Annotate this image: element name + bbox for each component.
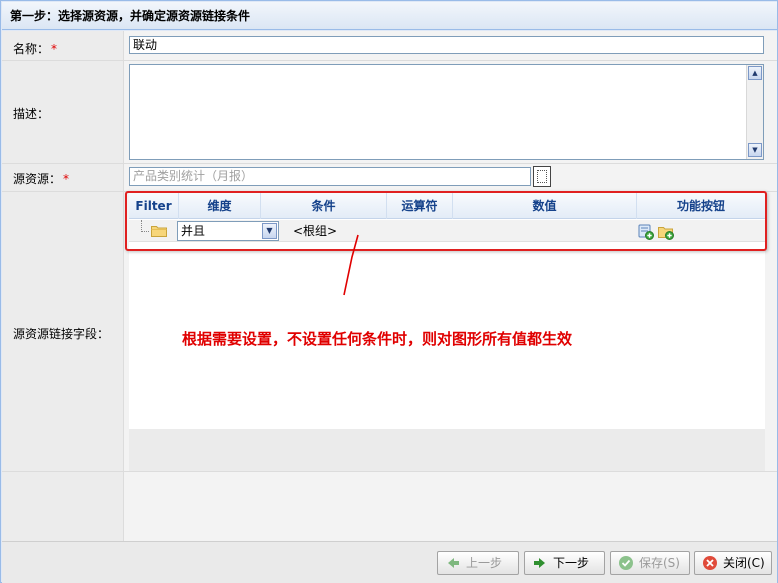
column-actions[interactable]: 功能按钮 (637, 193, 765, 219)
add-condition-icon[interactable] (638, 224, 654, 240)
scroll-up-button[interactable]: ▲ (748, 66, 762, 80)
row-divider (2, 163, 777, 164)
row-divider (2, 60, 777, 61)
column-value[interactable]: 数值 (453, 193, 637, 219)
pointer-arrow-icon (343, 234, 359, 296)
description-scrollbar[interactable]: ▲ ▼ (746, 65, 763, 159)
check-icon (619, 556, 633, 570)
close-button[interactable]: 关闭(C) (694, 551, 772, 575)
chevron-down-icon[interactable]: ▼ (262, 223, 277, 239)
back-arrow-icon (448, 558, 459, 568)
description-textarea[interactable]: ▲ ▼ (129, 64, 764, 160)
tree-connector (141, 220, 149, 232)
step-title: 第一步：选择源资源，并确定源资源链接条件 (2, 2, 777, 30)
source-picker-button[interactable] (533, 166, 551, 187)
forward-arrow-icon (534, 558, 545, 568)
dialog-window: 第一步：选择源资源，并确定源资源链接条件 名称： * 描述： 源资源： * 源资源链… (0, 0, 778, 583)
description-label: 描述： (13, 107, 50, 121)
save-button[interactable]: 保存(S) (610, 551, 690, 575)
picker-icon (537, 170, 547, 183)
folder-icon (151, 226, 167, 237)
scroll-down-button[interactable]: ▼ (748, 143, 762, 157)
row-divider (2, 191, 777, 192)
root-group-label: <根组> (293, 224, 338, 238)
logic-select[interactable]: 并且 ▼ (177, 221, 279, 241)
name-label: 名称： * (13, 42, 58, 56)
link-field-label: 源资源链接字段： (13, 327, 110, 341)
close-icon (703, 556, 717, 570)
source-label: 源资源： * (13, 172, 70, 186)
row-divider (2, 471, 777, 472)
annotation-text: 根据需要设置，不设置任何条件时，则对图形所有值都生效 (182, 330, 573, 348)
name-input[interactable]: 联动 (129, 36, 764, 54)
add-group-icon[interactable] (658, 224, 674, 240)
grid-header: Filter 维度 条件 运算符 数值 功能按钮 (129, 193, 765, 219)
column-dimension[interactable]: 维度 (179, 193, 261, 219)
table-row[interactable]: 并且 ▼ <根组> (129, 220, 765, 242)
next-button[interactable]: 下一步 (524, 551, 605, 575)
condition-grid: Filter 维度 条件 运算符 数值 功能按钮 并且 ▼ <根组> (129, 193, 765, 429)
logic-select-value: 并且 (181, 224, 206, 238)
footer-bar: 上一步 下一步 保存(S) 关闭(C) (2, 541, 777, 583)
column-filter[interactable]: Filter (129, 193, 179, 219)
column-condition[interactable]: 条件 (261, 193, 387, 219)
source-input[interactable]: 产品类别统计（月报） (129, 167, 531, 186)
prev-button[interactable]: 上一步 (437, 551, 519, 575)
column-operator[interactable]: 运算符 (387, 193, 453, 219)
grid-lower-area (129, 429, 765, 471)
